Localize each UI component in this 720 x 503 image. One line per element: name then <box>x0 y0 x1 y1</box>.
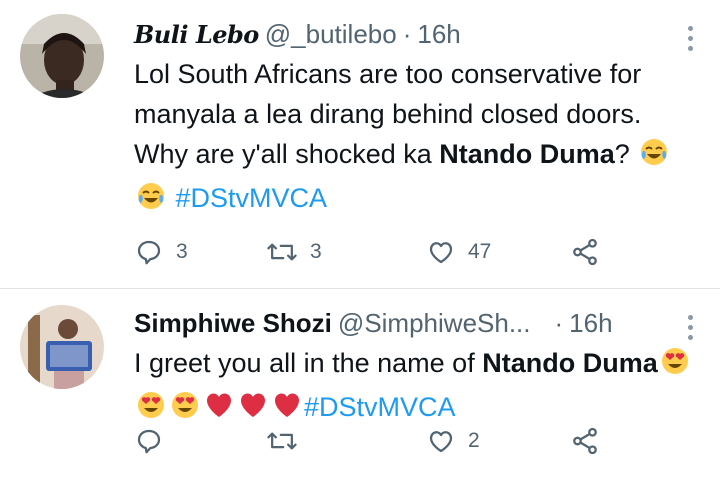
retweet-icon <box>266 426 298 456</box>
reply-count: 3 <box>176 240 188 263</box>
tweet-text-part: I greet you all in the name of <box>134 348 483 378</box>
tweet-header: Buli Lebo @_butilebo · 16h <box>134 14 680 54</box>
tweet-text: Lol South Africans are too conservative … <box>134 54 700 222</box>
heart-eyes-emoji-icon <box>660 346 690 387</box>
hashtag-link[interactable]: #DStvMVCA <box>176 183 328 213</box>
share-icon <box>570 426 600 456</box>
display-name[interactable]: Simphiwe Shozi <box>134 308 332 339</box>
tweet-2[interactable]: Simphiwe Shozi @SimphiweSh... · 16h I gr… <box>0 288 720 503</box>
like-button[interactable]: 2 <box>426 421 480 461</box>
reply-button[interactable]: 3 <box>134 232 188 272</box>
share-icon <box>570 237 600 267</box>
hashtag-link[interactable]: #DStvMVCA <box>304 392 456 422</box>
more-options-icon[interactable] <box>688 26 694 56</box>
tweet-header: Simphiwe Shozi @SimphiweSh... · 16h <box>134 303 680 343</box>
tweet-text: I greet you all in the name of Ntando Du… <box>134 343 700 431</box>
avatar[interactable] <box>20 14 104 98</box>
mention-bold: Ntando Duma <box>482 348 658 378</box>
like-count: 47 <box>468 240 492 263</box>
tweet-1[interactable]: Buli Lebo @_butilebo · 16h Lol South Afr… <box>0 0 720 288</box>
retweet-icon <box>266 237 298 267</box>
tweet-actions: 3 3 47 <box>134 232 700 272</box>
timestamp[interactable]: 16h <box>569 308 612 339</box>
display-name[interactable]: Buli Lebo <box>134 20 259 49</box>
timestamp[interactable]: 16h <box>417 19 460 50</box>
tears-of-joy-emoji-icon <box>136 181 166 222</box>
reply-icon <box>134 426 164 456</box>
reply-button[interactable] <box>134 421 176 461</box>
reply-icon <box>134 237 164 267</box>
tweet-actions: 2 <box>134 421 700 461</box>
mention-bold: Ntando Duma <box>439 139 615 169</box>
like-button[interactable]: 47 <box>426 232 491 272</box>
retweet-button[interactable] <box>266 421 310 461</box>
like-count: 2 <box>468 429 480 452</box>
retweet-button[interactable]: 3 <box>266 232 322 272</box>
avatar[interactable] <box>20 305 104 389</box>
tweet-text-part: ? <box>614 139 630 169</box>
heart-icon <box>426 426 456 456</box>
more-options-icon[interactable] <box>688 315 694 345</box>
share-button[interactable] <box>570 232 600 272</box>
user-handle[interactable]: @SimphiweSh... <box>338 308 531 339</box>
retweet-count: 3 <box>310 240 322 263</box>
heart-icon <box>426 237 456 267</box>
tears-of-joy-emoji-icon <box>639 137 669 178</box>
share-button[interactable] <box>570 421 600 461</box>
user-handle[interactable]: @_butilebo <box>265 19 397 50</box>
separator: · <box>402 18 412 49</box>
separator: · <box>554 307 564 338</box>
